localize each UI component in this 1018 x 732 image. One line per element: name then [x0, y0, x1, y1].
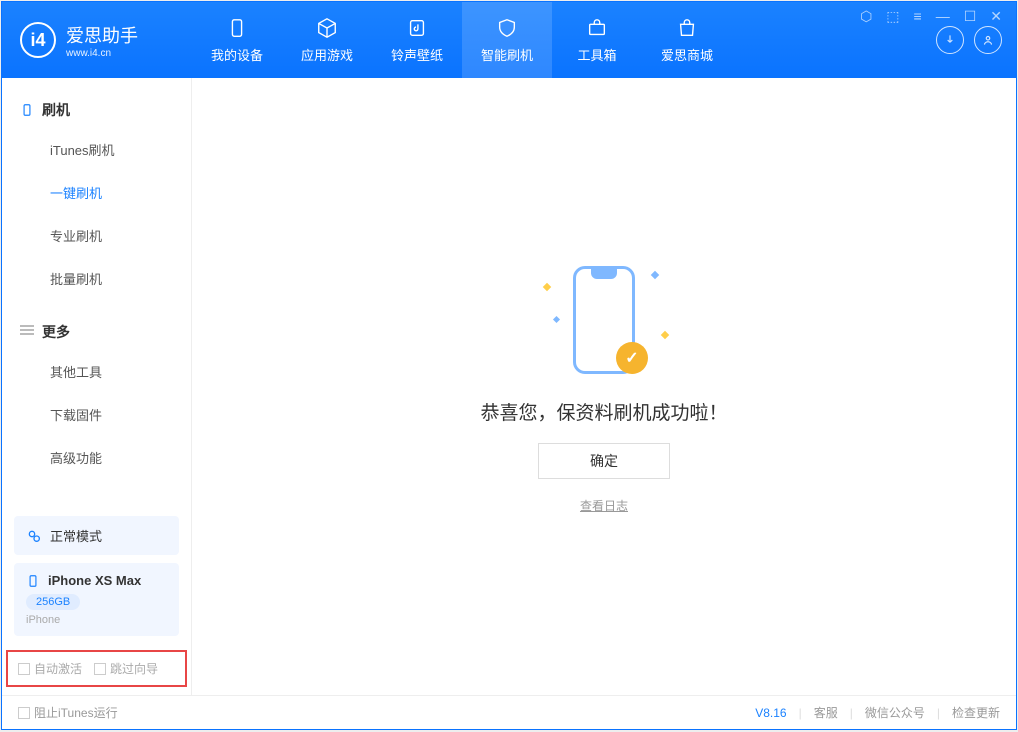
- lock-icon[interactable]: ⬚: [886, 8, 899, 25]
- sidebar-item-download-firmware[interactable]: 下载固件: [2, 393, 191, 436]
- sidebar-item-pro-flash[interactable]: 专业刷机: [2, 214, 191, 257]
- options-highlight: 自动激活 跳过向导: [6, 650, 187, 687]
- checkbox-skip-guide[interactable]: 跳过向导: [94, 660, 158, 677]
- status-support[interactable]: 客服: [814, 704, 838, 721]
- ok-button[interactable]: 确定: [538, 443, 670, 479]
- device-capacity: 256GB: [26, 594, 80, 610]
- sidebar-group-flash: 刷机: [2, 92, 191, 128]
- sidebar-item-oneclick-flash[interactable]: 一键刷机: [2, 171, 191, 214]
- menu-icon[interactable]: ≡: [914, 8, 922, 25]
- maximize-icon[interactable]: ☐: [964, 8, 977, 25]
- sidebar-item-other-tools[interactable]: 其他工具: [2, 350, 191, 393]
- close-icon[interactable]: ✕: [990, 8, 1002, 25]
- shield-icon: [496, 17, 518, 39]
- device-type: iPhone: [26, 614, 167, 626]
- app-title: 爱思助手: [66, 22, 138, 48]
- sidebar-item-itunes-flash[interactable]: iTunes刷机: [2, 128, 191, 171]
- mode-card[interactable]: 正常模式: [14, 516, 179, 555]
- tab-store[interactable]: 爱思商城: [642, 2, 732, 78]
- status-wechat[interactable]: 微信公众号: [865, 704, 925, 721]
- statusbar: 阻止iTunes运行 V8.16 | 客服 | 微信公众号 | 检查更新: [2, 695, 1016, 729]
- checkbox-auto-activate[interactable]: 自动激活: [18, 660, 82, 677]
- tab-my-device[interactable]: 我的设备: [192, 2, 282, 78]
- bag-icon: [676, 17, 698, 39]
- nav-tabs: 我的设备 应用游戏 铃声壁纸 智能刷机 工具箱 爱思商城: [192, 2, 732, 78]
- tab-smart-flash[interactable]: 智能刷机: [462, 2, 552, 78]
- main-content: ✓ 恭喜您，保资料刷机成功啦！ 确定 查看日志: [192, 78, 1016, 695]
- user-button[interactable]: [974, 26, 1002, 54]
- device-phone-icon: [26, 574, 40, 588]
- sidebar-group-more: 更多: [2, 314, 191, 350]
- tab-ringtones[interactable]: 铃声壁纸: [372, 2, 462, 78]
- status-check-update[interactable]: 检查更新: [952, 704, 1000, 721]
- device-name: iPhone XS Max: [48, 573, 141, 588]
- tab-toolbox[interactable]: 工具箱: [552, 2, 642, 78]
- sidebar-item-advanced[interactable]: 高级功能: [2, 436, 191, 479]
- app-url: www.i4.cn: [66, 48, 138, 59]
- logo-icon: i4: [20, 22, 56, 58]
- minimize-icon[interactable]: —: [936, 8, 950, 25]
- logo-area: i4 爱思助手 www.i4.cn: [2, 22, 192, 59]
- device-icon: [226, 17, 248, 39]
- list-icon: [20, 325, 34, 339]
- success-message: 恭喜您，保资料刷机成功啦！: [480, 398, 727, 425]
- download-button[interactable]: [936, 26, 964, 54]
- toolbox-icon: [586, 17, 608, 39]
- music-icon: [406, 17, 428, 39]
- mode-icon: [26, 528, 42, 544]
- version-label: V8.16: [755, 706, 786, 720]
- device-card[interactable]: iPhone XS Max 256GB iPhone: [14, 563, 179, 636]
- phone-icon: [20, 103, 34, 117]
- sidebar: 刷机 iTunes刷机 一键刷机 专业刷机 批量刷机 更多 其他工具 下载固件 …: [2, 78, 192, 695]
- titlebar: ⬡ ⬚ ≡ — ☐ ✕ i4 爱思助手 www.i4.cn 我的设备 应用游戏: [2, 2, 1016, 78]
- cube-icon: [316, 17, 338, 39]
- view-log-link[interactable]: 查看日志: [580, 497, 628, 514]
- checkbox-block-itunes[interactable]: 阻止iTunes运行: [18, 704, 118, 721]
- success-illustration: ✓: [514, 260, 694, 380]
- checkmark-badge-icon: ✓: [616, 342, 648, 374]
- shirt-icon[interactable]: ⬡: [860, 8, 872, 25]
- sidebar-item-batch-flash[interactable]: 批量刷机: [2, 257, 191, 300]
- window-controls: ⬡ ⬚ ≡ — ☐ ✕: [860, 8, 1002, 25]
- tab-apps-games[interactable]: 应用游戏: [282, 2, 372, 78]
